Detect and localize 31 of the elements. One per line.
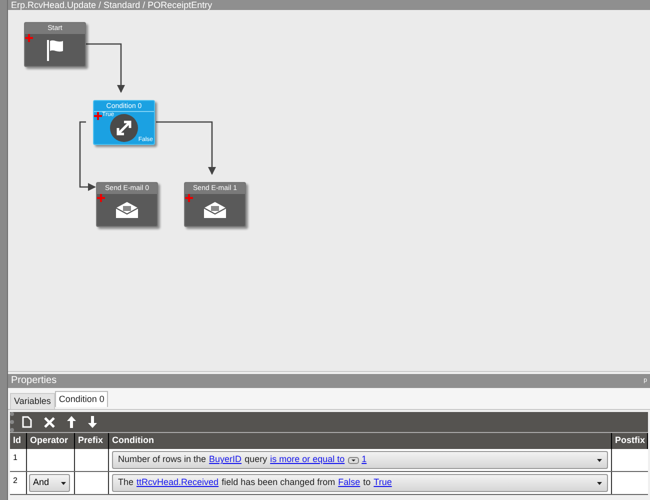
condition-link[interactable]: False (338, 476, 360, 490)
condition-dropdown[interactable]: The ttRcvHead.Received field has been changed from False to True (112, 474, 608, 492)
condition-sentence: Number of rows in the BuyerID query is more or equal to 1 (118, 453, 367, 467)
condition-link[interactable]: is more or equal to (270, 453, 345, 467)
panel-tab[interactable]: Variables (10, 393, 55, 409)
operator-dropdown[interactable]: And (29, 474, 70, 492)
condition-link[interactable]: BuyerID (209, 453, 242, 467)
connector-arrow (156, 121, 216, 175)
caret-icon (597, 458, 602, 462)
connector-arrow (79, 121, 96, 191)
envelope-icon (203, 201, 227, 219)
breadcrumb-title: Erp.RcvHead.Update / Standard / POReceiptEntry (10, 0, 214, 10)
caret-icon (597, 482, 602, 484)
flag-icon (45, 39, 65, 61)
envelope-icon (115, 201, 139, 219)
delete-icon[interactable] (44, 416, 55, 428)
panel-tab[interactable]: Condition 0 (54, 391, 108, 407)
condition-link[interactable]: 1 (362, 453, 367, 467)
arrow-up-icon[interactable] (67, 416, 76, 428)
panel-title: Properties (11, 376, 57, 386)
table-cell: 1 (10, 449, 27, 471)
new-document-icon[interactable] (22, 416, 32, 428)
condition-dropdown[interactable]: Number of rows in the BuyerID query is more or equal to 1 (112, 451, 608, 469)
condition-link[interactable]: True (374, 476, 392, 490)
small-dropdown-icon[interactable] (348, 456, 359, 464)
condition-link[interactable]: ttRcvHead.Received (136, 476, 219, 490)
connector-arrow (86, 43, 125, 93)
caret-icon (61, 482, 66, 484)
table-cell: 2 (10, 472, 27, 494)
condition-sentence: The ttRcvHead.Received field has been changed from False to True (118, 476, 392, 490)
arrow-down-icon[interactable] (88, 416, 97, 428)
